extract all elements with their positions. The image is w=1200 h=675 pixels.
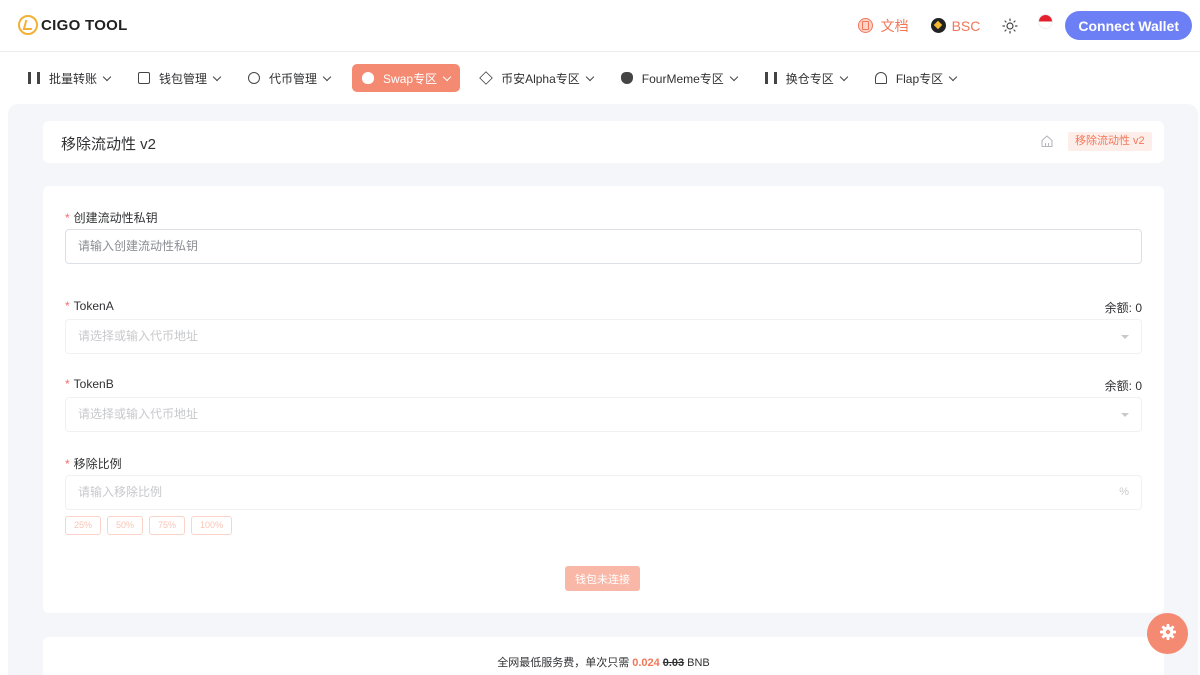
private-key-input[interactable]: 请输入创建流动性私钥	[65, 229, 1142, 264]
nav-item-fourmeme[interactable]: FourMeme专区	[615, 64, 743, 92]
home-icon[interactable]	[1040, 134, 1054, 148]
nav-item-binance-alpha[interactable]: 币安Alpha专区	[474, 64, 599, 92]
chevron-down-icon	[322, 72, 332, 81]
fee-price: 0.024	[632, 657, 660, 669]
chain-selector[interactable]: BSC	[930, 17, 981, 34]
exchange-icon	[764, 72, 777, 84]
caret-down-icon	[1121, 335, 1129, 339]
sun-icon[interactable]	[1002, 17, 1018, 34]
nav-item-token-manage[interactable]: 代币管理	[242, 64, 336, 92]
fee-prefix: 全网最低服务费，单次只需	[497, 657, 630, 669]
token-b-placeholder: 请选择或输入代币地址	[78, 407, 199, 421]
ratio-placeholder: 请输入移除比例	[78, 485, 163, 499]
title-card: 移除流动性 v2 移除流动性 v2	[43, 121, 1164, 163]
chevron-down-icon	[729, 72, 739, 81]
header-actions: 文档 BSC Connect Wallet	[857, 11, 1192, 40]
private-key-label: * 创建流动性私钥	[65, 211, 158, 225]
token-a-placeholder: 请选择或输入代币地址	[78, 329, 199, 343]
nav-item-flap[interactable]: Flap专区	[869, 64, 962, 92]
ratio-input[interactable]: 请输入移除比例 %	[65, 475, 1142, 510]
chevron-down-icon	[102, 72, 112, 81]
token-a-label: * TokenA	[65, 299, 114, 313]
fourmeme-icon	[620, 72, 633, 84]
document-icon	[857, 18, 873, 33]
fee-text: 全网最低服务费，单次只需 0.024 0.03 BNB	[43, 654, 1164, 670]
coin-icon	[248, 72, 261, 84]
chevron-down-icon	[212, 72, 222, 81]
nav-item-batch-transfer[interactable]: 批量转账	[22, 64, 116, 92]
nav-item-wallet-manage[interactable]: 钱包管理	[132, 64, 226, 92]
token-a-balance: 余额: 0	[1104, 301, 1142, 315]
language-flag-icon[interactable]	[1038, 14, 1054, 29]
nav-label: FourMeme专区	[641, 71, 724, 86]
nav-label: 换仓专区	[785, 71, 834, 86]
token-b-select[interactable]: 请选择或输入代币地址	[65, 397, 1142, 432]
logo-icon	[18, 15, 38, 35]
bsc-icon	[930, 18, 946, 33]
chevron-down-icon	[948, 72, 958, 81]
swap-icon	[362, 72, 375, 84]
token-a-select[interactable]: 请选择或输入代币地址	[65, 319, 1142, 354]
preset-75-button[interactable]: 75%	[149, 516, 186, 535]
nav-label: Flap专区	[895, 71, 944, 86]
caret-down-icon	[1121, 413, 1129, 417]
nav-label: 钱包管理	[159, 71, 208, 86]
fee-card: 全网最低服务费，单次只需 0.024 0.03 BNB	[43, 637, 1164, 675]
nav-label: Swap专区	[383, 71, 438, 86]
docs-link[interactable]: 文档	[857, 16, 909, 36]
ratio-label: * 移除比例	[65, 457, 122, 471]
chain-label: BSC	[951, 17, 981, 34]
chevron-down-icon	[585, 72, 595, 81]
settings-fab[interactable]	[1147, 613, 1188, 654]
wallet-not-connected-button[interactable]: 钱包未连接	[565, 566, 640, 591]
chevron-down-icon	[839, 72, 849, 81]
gear-icon	[1159, 623, 1177, 644]
token-b-balance: 余额: 0	[1104, 379, 1142, 393]
preset-100-button[interactable]: 100%	[191, 516, 233, 535]
connect-wallet-button[interactable]: Connect Wallet	[1065, 11, 1192, 40]
percent-suffix: %	[1119, 486, 1129, 498]
nav-item-exchange[interactable]: 换仓专区	[759, 64, 853, 92]
preset-50-button[interactable]: 50%	[107, 516, 144, 535]
main-panel: 移除流动性 v2 移除流动性 v2 * 创建流动性私钥 请输入创建流动性私钥 * T…	[8, 104, 1198, 675]
ratio-presets: 25% 50% 75% 100%	[65, 516, 238, 535]
logo-text: CIGO TOOL	[41, 16, 128, 34]
main-nav: 批量转账 钱包管理 代币管理 Swap专区 币安Alpha专区 FourMeme…	[0, 52, 1200, 104]
page-title: 移除流动性 v2	[61, 136, 157, 153]
binance-icon	[479, 71, 493, 85]
nav-label: 代币管理	[269, 71, 318, 86]
form-card: * 创建流动性私钥 请输入创建流动性私钥 * TokenA 余额: 0 请选择或输入…	[43, 186, 1164, 613]
logo[interactable]: CIGO TOOL	[18, 15, 128, 35]
token-b-label: * TokenB	[65, 377, 114, 391]
nav-label: 批量转账	[49, 71, 98, 86]
top-header: CIGO TOOL 文档 BSC Connect Wallet	[0, 0, 1200, 52]
chevron-down-icon	[442, 72, 452, 81]
fee-unit: BNB	[687, 657, 710, 669]
flap-icon	[874, 72, 887, 84]
fee-old-price: 0.03	[662, 657, 685, 669]
wallet-icon	[138, 72, 151, 84]
breadcrumb[interactable]: 移除流动性 v2	[1068, 132, 1152, 151]
nav-item-swap[interactable]: Swap专区	[352, 64, 461, 92]
nav-label: 币安Alpha专区	[501, 71, 580, 86]
docs-label: 文档	[880, 17, 909, 34]
transfer-icon	[28, 72, 40, 84]
preset-25-button[interactable]: 25%	[65, 516, 102, 535]
